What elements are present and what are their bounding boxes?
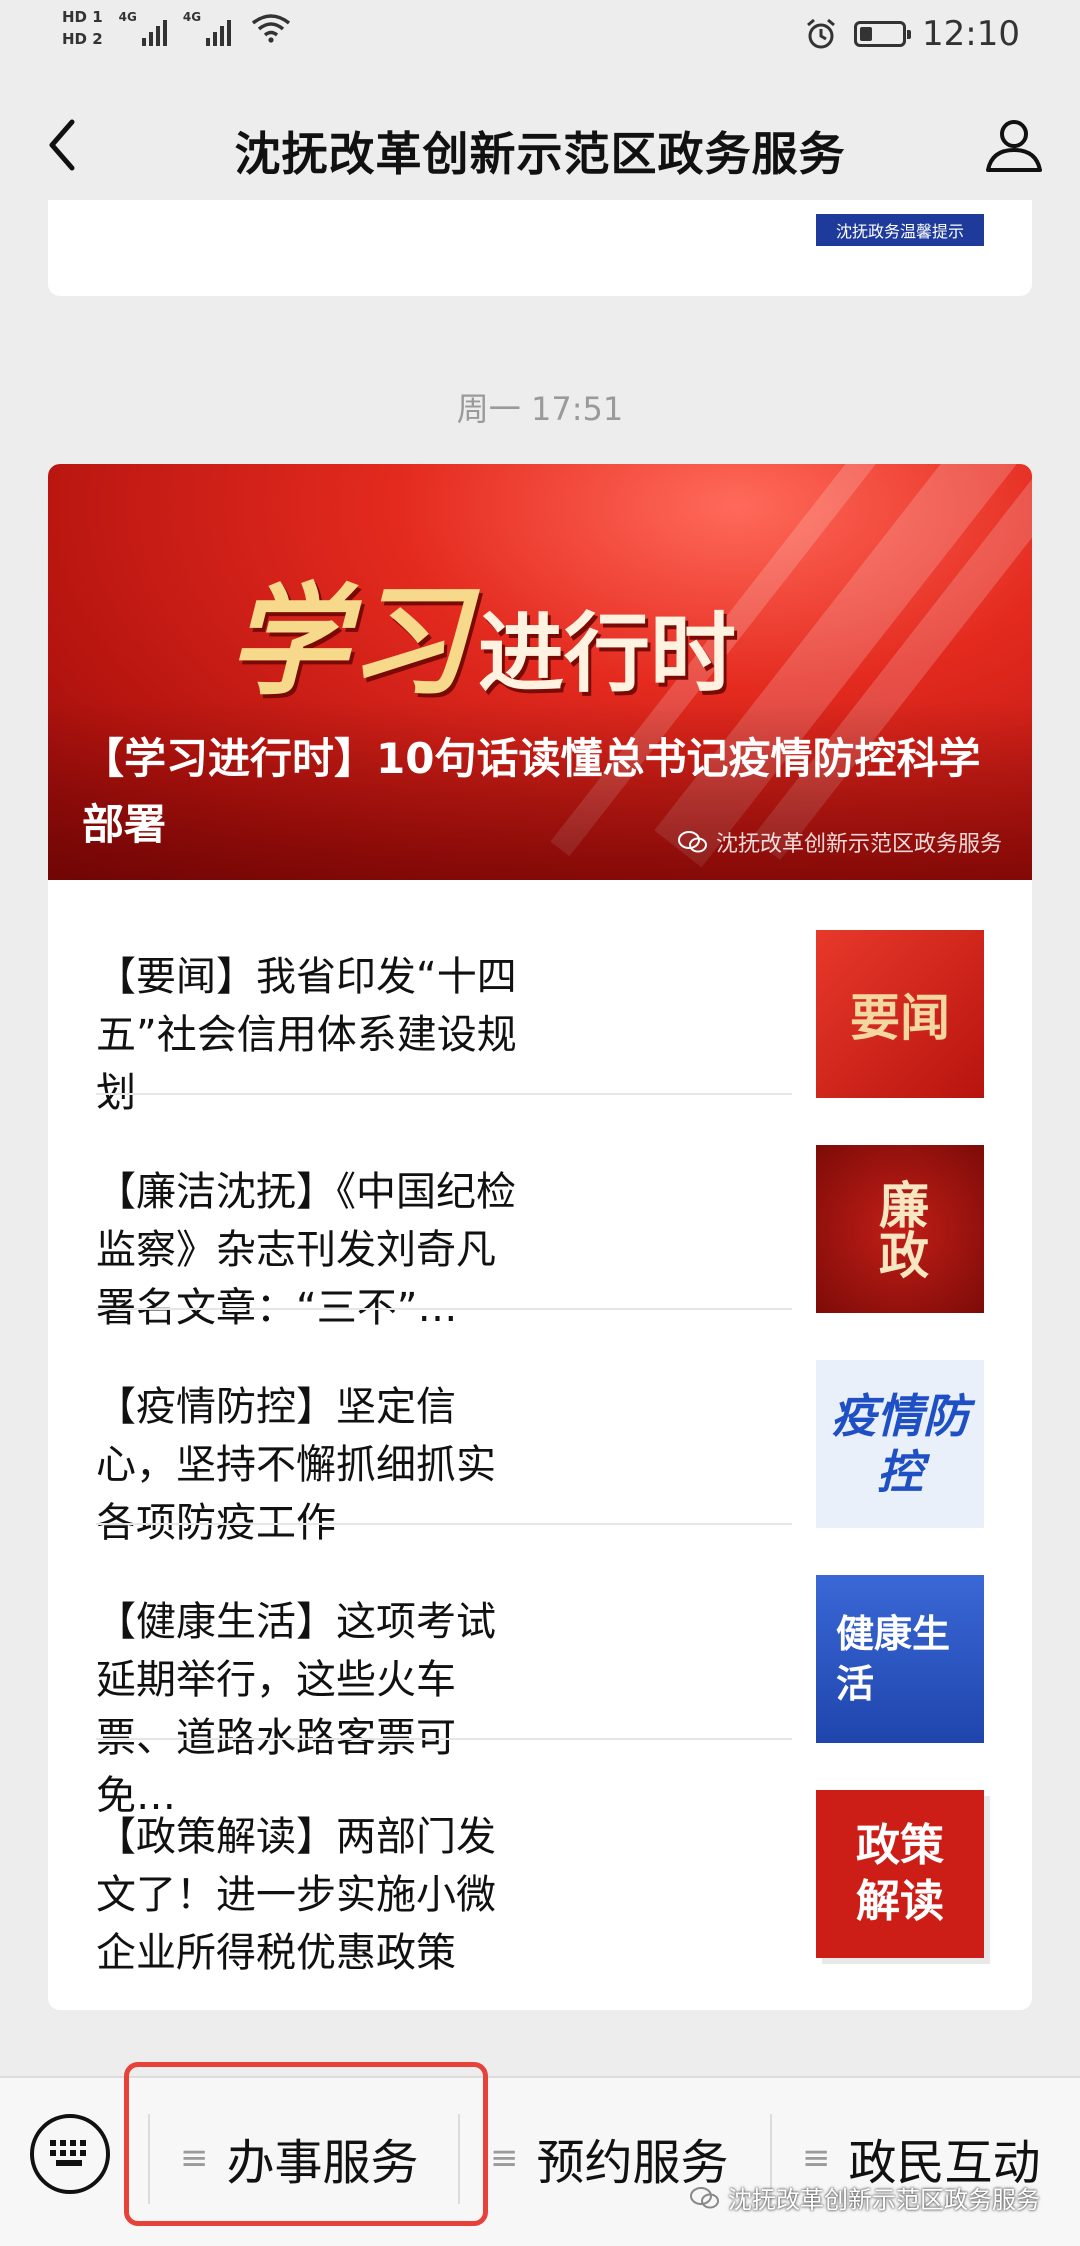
bottom-watermark: 沈抚改革创新示范区政务服务 <box>690 2180 1040 2215</box>
article-thumbnail: 政策解读 <box>816 1790 984 1958</box>
previous-article-thumbnail: 沈抚政务温馨提示 <box>816 214 984 246</box>
article-thumbnail: 廉政 <box>816 1145 984 1313</box>
article-item[interactable]: 【疫情防控】坚定信心，坚持不懈抓细抓实各项防疫工作 疫情防控 <box>48 1310 1032 1546</box>
keyboard-toggle-icon[interactable] <box>30 2114 110 2194</box>
page-title: 沈抚改革创新示范区政务服务 <box>234 127 846 181</box>
article-message-card: 学习 进行时 【学习进行时】10句话读懂总书记疫情防控科学部署 沈抚改革创新示范区… <box>48 464 1032 2010</box>
menu-lines-icon: ≡ <box>802 2138 831 2178</box>
nav-bar: 沈抚改革创新示范区政务服务 <box>0 80 1080 210</box>
network-type-label-2: 4G <box>182 10 202 24</box>
highlight-box <box>124 2062 488 2226</box>
sim2-label: HD 2 <box>62 30 103 48</box>
sim-indicators: HD 1 HD 2 <box>62 8 103 48</box>
hero-article[interactable]: 学习 进行时 【学习进行时】10句话读懂总书记疫情防控科学部署 沈抚改革创新示范区… <box>48 464 1032 880</box>
article-thumbnail: 健康生活 <box>816 1575 984 1743</box>
alarm-icon <box>807 18 835 49</box>
sim1-label: HD 1 <box>62 8 103 26</box>
article-list: 【要闻】我省印发“十四五”社会信用体系建设规划 要闻 【廉洁沈抚】《中国纪检监察… <box>48 880 1032 1976</box>
hero-banner-image: 学习 进行时 <box>228 571 736 712</box>
article-item[interactable]: 【要闻】我省印发“十四五”社会信用体系建设规划 要闻 <box>48 880 1032 1116</box>
signal-icon: 4G <box>119 10 167 46</box>
user-profile-icon[interactable] <box>982 112 1046 176</box>
signal-icon-2: 4G <box>182 10 232 46</box>
clock: 12:10 <box>922 14 1020 54</box>
wechat-icon <box>690 2186 719 2208</box>
message-timestamp: 周一 17:51 <box>456 390 624 428</box>
article-item[interactable]: 【健康生活】这项考试延期举行，这些火车票、道路水路客票可免… 健康生活 <box>48 1525 1032 1819</box>
wifi-icon <box>252 14 291 43</box>
previous-message-card[interactable]: 沈抚政务温馨提示 <box>48 200 1032 296</box>
article-thumbnail: 要闻 <box>816 930 984 1098</box>
menu-lines-icon: ≡ <box>490 2138 519 2178</box>
article-thumbnail: 疫情防控 <box>816 1360 984 1528</box>
battery-icon <box>854 21 912 47</box>
article-item[interactable]: 【廉洁沈抚】《中国纪检监察》杂志刊发刘奇凡署名文章：“三不”… 廉政 <box>48 1095 1032 1331</box>
article-item[interactable]: 【政策解读】两部门发文了！进一步实施小微企业所得税优惠政策 政策解读 <box>48 1740 1032 1976</box>
hero-watermark: 沈抚改革创新示范区政务服务 <box>677 826 1002 858</box>
article-title: 【政策解读】两部门发文了！进一步实施小微企业所得税优惠政策 <box>96 1814 496 1976</box>
wechat-icon <box>677 831 707 853</box>
network-type-label: 4G <box>118 10 137 24</box>
status-bar: HD 1 HD 2 4G 4G 12:10 <box>0 0 1080 70</box>
